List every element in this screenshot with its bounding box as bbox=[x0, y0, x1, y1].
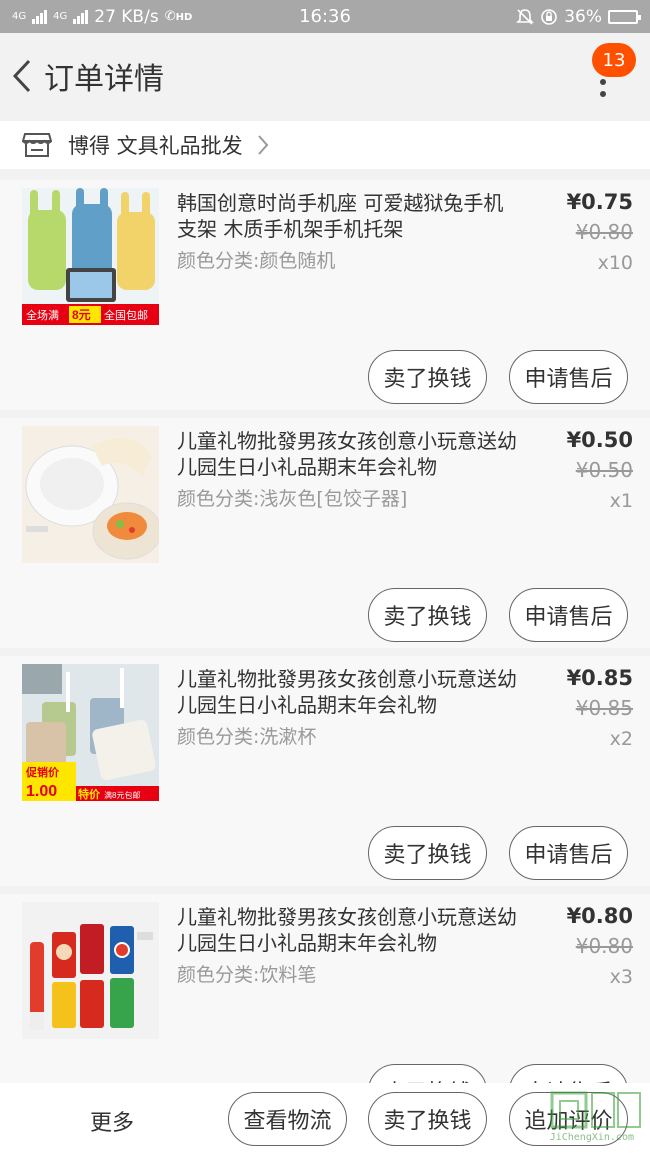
bottom-action-bar: 更多 查看物流 卖了换钱 追加评价 JiChengXin.com bbox=[0, 1083, 650, 1155]
product-price: ¥0.75 bbox=[566, 190, 633, 214]
chevron-right-icon bbox=[257, 135, 269, 155]
product-variant: 颜色分类:颜色随机 bbox=[177, 250, 336, 272]
store-icon bbox=[22, 133, 52, 157]
sell-button[interactable]: 卖了换钱 bbox=[368, 350, 487, 404]
chevron-left-icon bbox=[12, 59, 31, 93]
order-item[interactable]: 全场满 8元 全国包邮 韩国创意时尚手机座 可爱越狱兔手机支架 木质手机架手机托… bbox=[0, 180, 650, 410]
watermark-logo: JiChengXin.com bbox=[526, 1085, 644, 1145]
thumb-promo-price: 1.00 bbox=[26, 783, 57, 800]
more-dots-icon bbox=[600, 79, 606, 97]
status-right: 36% bbox=[516, 6, 641, 27]
shop-name: 博得 文具礼品批发 bbox=[68, 134, 243, 158]
back-button[interactable] bbox=[2, 33, 42, 119]
dumpling-maker-image bbox=[22, 426, 159, 563]
notification-badge: 13 bbox=[592, 43, 636, 77]
product-quantity: x3 bbox=[609, 966, 633, 988]
after-sale-button[interactable]: 申请售后 bbox=[509, 826, 628, 880]
toothbrush-cup-image: 促销价 1.00 特价 满8元包邮 bbox=[22, 664, 159, 801]
sell-button[interactable]: 卖了换钱 bbox=[368, 1092, 487, 1146]
more-actions-button[interactable]: 更多 bbox=[90, 1105, 134, 1137]
product-title[interactable]: 儿童礼物批發男孩女孩创意小玩意送幼儿园生日小礼品期末年会礼物 bbox=[177, 666, 517, 718]
status-left: 4G 4G 27 KB/s ✆HD bbox=[12, 7, 192, 27]
view-logistics-button[interactable]: 查看物流 bbox=[228, 1092, 347, 1146]
product-quantity: x2 bbox=[609, 728, 633, 750]
shop-row[interactable]: 博得 文具礼品批发 bbox=[0, 121, 650, 169]
product-title[interactable]: 韩国创意时尚手机座 可爱越狱兔手机支架 木质手机架手机托架 bbox=[177, 190, 517, 242]
product-price: ¥0.80 bbox=[566, 904, 633, 928]
product-image[interactable]: 促销价 1.00 特价 满8元包邮 bbox=[22, 664, 159, 801]
product-quantity: x10 bbox=[597, 252, 633, 274]
network-label-1: 4G bbox=[12, 11, 27, 22]
product-price: ¥0.50 bbox=[566, 428, 633, 452]
header: 订单详情 13 bbox=[0, 33, 650, 119]
order-item[interactable]: 促销价 1.00 特价 满8元包邮 儿童礼物批發男孩女孩创意小玩意送幼儿园生日小… bbox=[0, 656, 650, 886]
network-speed: 27 KB/s bbox=[94, 6, 159, 27]
product-variant: 颜色分类:饮料笔 bbox=[177, 964, 317, 986]
rotation-lock-icon bbox=[541, 8, 558, 25]
mute-bell-icon bbox=[516, 8, 535, 25]
product-title[interactable]: 儿童礼物批發男孩女孩创意小玩意送幼儿园生日小礼品期末年会礼物 bbox=[177, 904, 517, 956]
thumb-banner-1: 全场满 bbox=[26, 308, 59, 322]
product-image[interactable] bbox=[22, 902, 159, 1039]
product-original-price: ¥0.80 bbox=[575, 220, 633, 244]
thumb-banner-3: 全国包邮 bbox=[104, 308, 148, 322]
order-item[interactable]: 儿童礼物批發男孩女孩创意小玩意送幼儿园生日小礼品期末年会礼物 颜色分类:浅灰色[… bbox=[0, 418, 650, 648]
product-original-price: ¥0.80 bbox=[575, 934, 633, 958]
product-image[interactable]: 全场满 8元 全国包邮 bbox=[22, 188, 159, 325]
hd-call-icon: ✆HD bbox=[164, 9, 193, 24]
page-title: 订单详情 bbox=[44, 62, 164, 97]
product-original-price: ¥0.85 bbox=[575, 696, 633, 720]
signal-icon-1 bbox=[32, 9, 48, 24]
product-variant: 颜色分类:浅灰色[包饺子器] bbox=[177, 488, 408, 510]
thumb-banner-2: 8元 bbox=[72, 308, 91, 322]
thumb-promo-label: 促销价 bbox=[25, 765, 60, 779]
more-menu-button[interactable]: 13 bbox=[580, 43, 636, 103]
product-title[interactable]: 儿童礼物批發男孩女孩创意小玩意送幼儿园生日小礼品期末年会礼物 bbox=[177, 428, 517, 480]
product-variant: 颜色分类:洗漱杯 bbox=[177, 726, 317, 748]
sell-button[interactable]: 卖了换钱 bbox=[368, 588, 487, 642]
drink-can-pens-image bbox=[22, 902, 159, 1039]
signal-icon-2 bbox=[73, 9, 89, 24]
watermark-logo-icon bbox=[550, 1091, 641, 1129]
product-price: ¥0.85 bbox=[566, 666, 633, 690]
thumb-shipping-label: 满8元包邮 bbox=[104, 790, 140, 800]
rabbit-phone-stand-image: 全场满 8元 全国包邮 bbox=[22, 188, 159, 325]
battery-icon bbox=[608, 9, 641, 24]
battery-percent: 36% bbox=[564, 6, 602, 27]
after-sale-button[interactable]: 申请售后 bbox=[509, 588, 628, 642]
watermark-text: JiChengXin.com bbox=[549, 1132, 634, 1143]
thumb-special-label: 特价 bbox=[78, 787, 101, 801]
sell-button[interactable]: 卖了换钱 bbox=[368, 826, 487, 880]
network-label-2: 4G bbox=[53, 11, 68, 22]
after-sale-button[interactable]: 申请售后 bbox=[509, 350, 628, 404]
product-original-price: ¥0.50 bbox=[575, 458, 633, 482]
product-quantity: x1 bbox=[609, 490, 633, 512]
status-bar: 4G 4G 27 KB/s ✆HD 16:36 36% bbox=[0, 0, 650, 33]
hd-label: HD bbox=[175, 12, 193, 23]
product-image[interactable] bbox=[22, 426, 159, 563]
